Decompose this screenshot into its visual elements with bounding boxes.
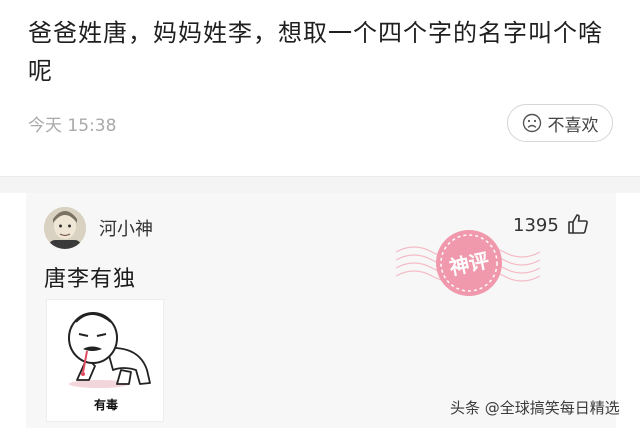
sad-face-icon bbox=[522, 113, 542, 133]
avatar[interactable] bbox=[44, 207, 86, 249]
thumbs-up-icon[interactable] bbox=[566, 212, 590, 236]
sticker-caption: 有毒 bbox=[93, 398, 118, 412]
meme-sticker[interactable]: 有毒 bbox=[46, 299, 164, 422]
comment-text: 唐李有独 bbox=[44, 267, 137, 292]
like-count: 1395 bbox=[513, 215, 559, 236]
dislike-label: 不喜欢 bbox=[547, 115, 599, 136]
post: 爸爸姓唐，妈妈姓李，想取一个四个字的名字叫个啥呢 今天 15:38 不喜欢 bbox=[0, 0, 640, 177]
watermark: 头条 @全球搞笑每日精选 bbox=[450, 399, 620, 417]
post-timestamp: 今天 15:38 bbox=[28, 116, 117, 136]
meme-sticker-drawing bbox=[68, 312, 151, 388]
post-question[interactable]: 爸爸姓唐，妈妈姓李，想取一个四个字的名字叫个啥呢 bbox=[28, 14, 613, 90]
comment-username[interactable]: 河小神 bbox=[99, 215, 153, 241]
comment-card: 神评 河小神 1395 唐李有独 有毒 bbox=[26, 193, 616, 428]
section-divider bbox=[0, 177, 640, 193]
dislike-button[interactable]: 不喜欢 bbox=[507, 104, 613, 142]
